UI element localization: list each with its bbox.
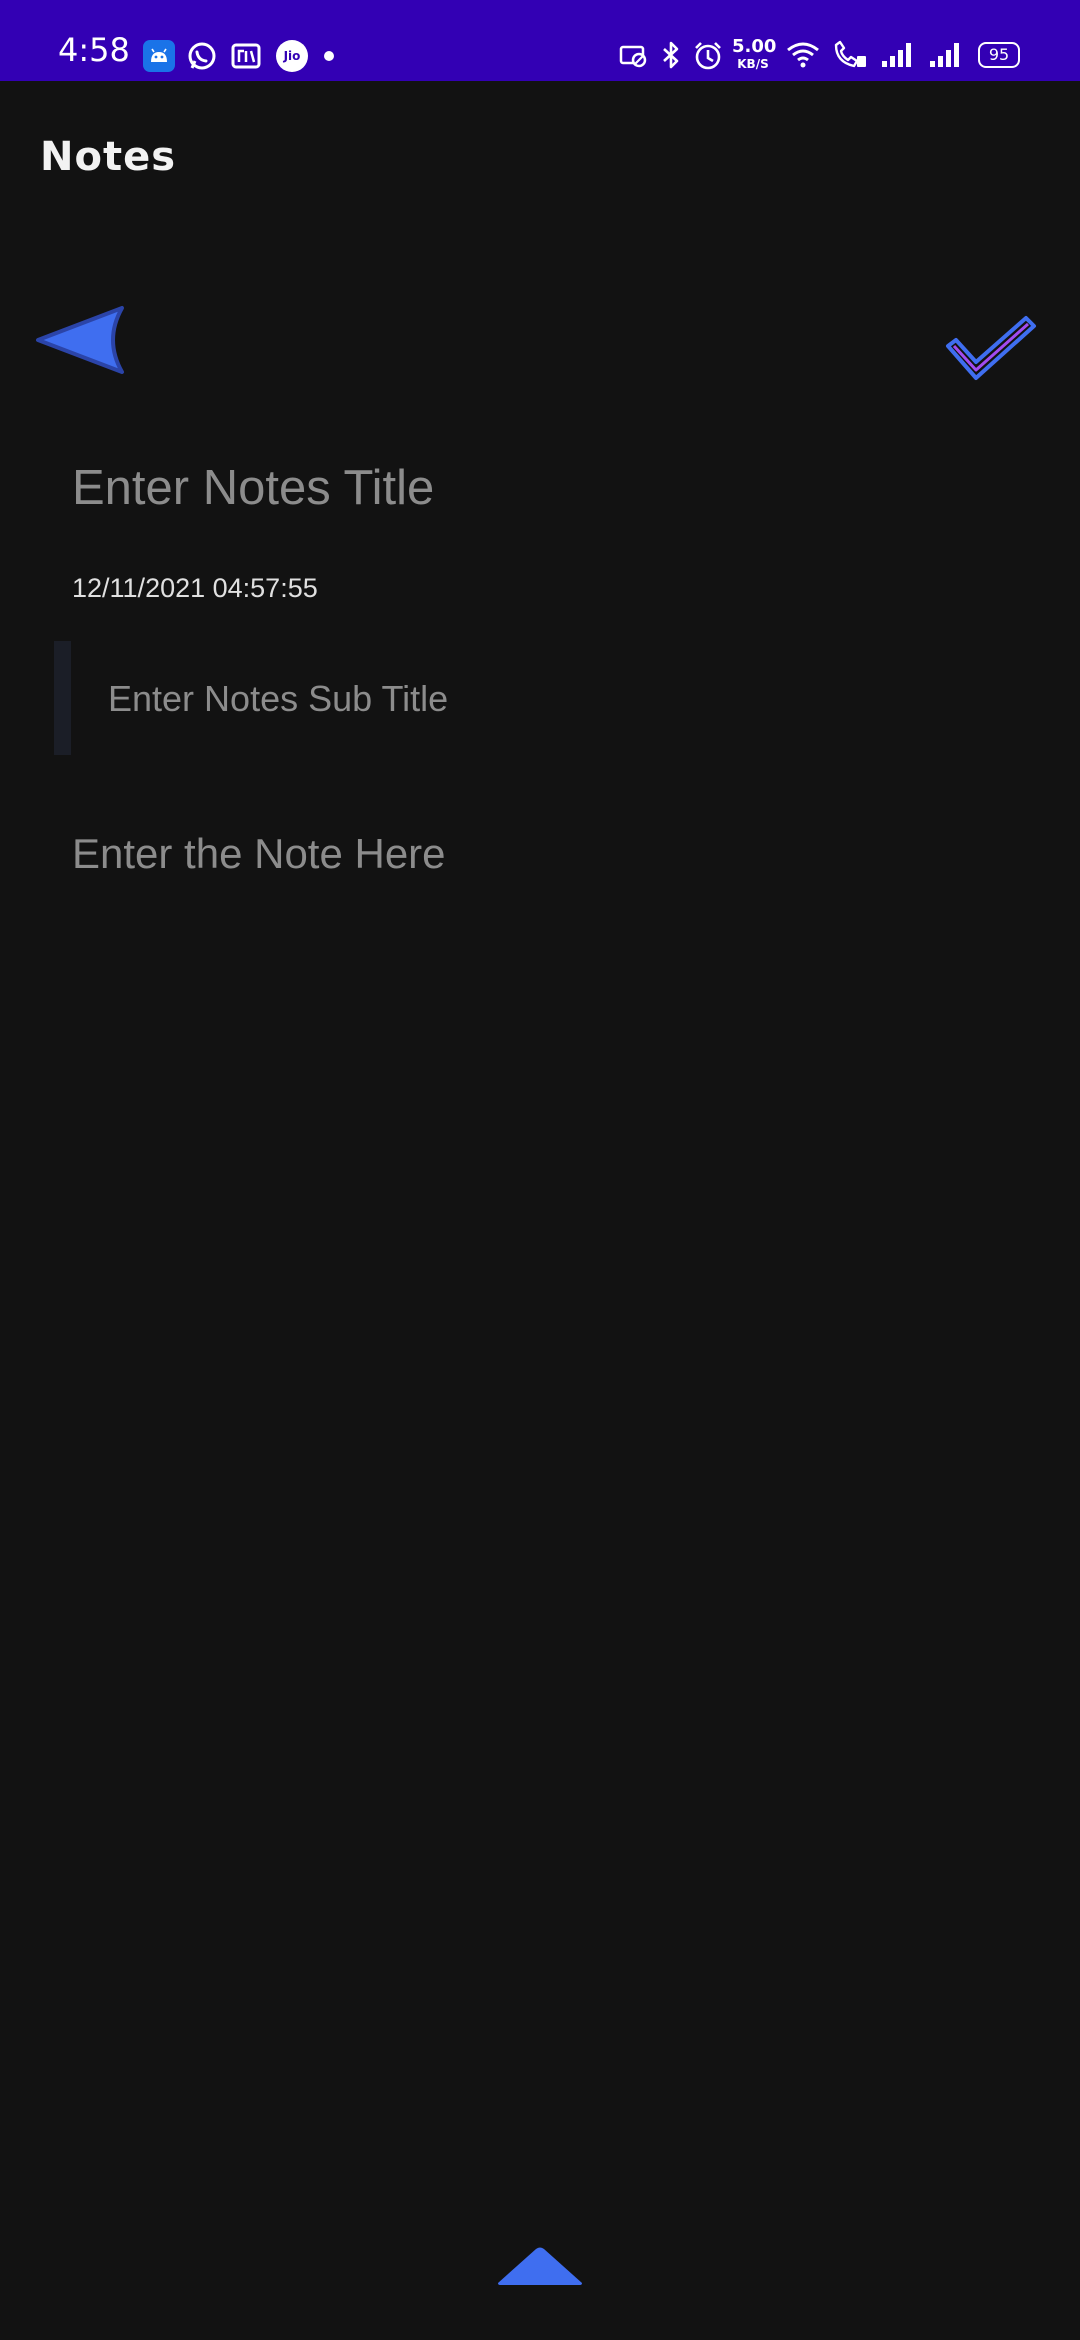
network-speed: 5.00 KB/S [732,36,777,71]
network-speed-value: 5.00 [732,36,777,57]
jio-icon: Jio [276,40,308,72]
chevron-up-icon [498,2247,582,2285]
bluetooth-icon [658,40,684,74]
status-bar: 4:58 Jio 5.00 KB/S 95 [0,0,1080,81]
back-arrow-icon [36,306,124,374]
checkmark-icon [946,316,1036,380]
battery-indicator: 95 [978,42,1020,68]
android-icon [143,40,175,72]
network-speed-unit: KB/S [737,57,769,71]
screen-cast-icon [618,40,648,74]
bottom-sheet-toggle-button[interactable] [496,2245,584,2287]
jio-label: Jio [283,49,301,63]
status-time: 4:58 [58,31,130,69]
alarm-icon [692,40,724,76]
whatsapp-icon [186,40,218,72]
note-title-input[interactable] [72,455,972,521]
wifi-calling-icon [832,40,868,74]
note-body-input[interactable] [72,828,1012,1428]
signal-sim1-icon [880,40,914,74]
signal-sim2-icon [928,40,962,74]
wifi-icon [786,40,820,74]
back-button[interactable] [34,300,130,380]
subtitle-indicator-bar [54,641,71,755]
app-title: Notes [40,134,177,180]
paytm-icon [230,40,262,72]
more-notifications-dot [324,51,334,61]
note-subtitle-input[interactable] [108,675,988,723]
save-button[interactable] [944,312,1038,386]
note-date-time: 12/11/2021 04:57:55 [72,573,318,603]
